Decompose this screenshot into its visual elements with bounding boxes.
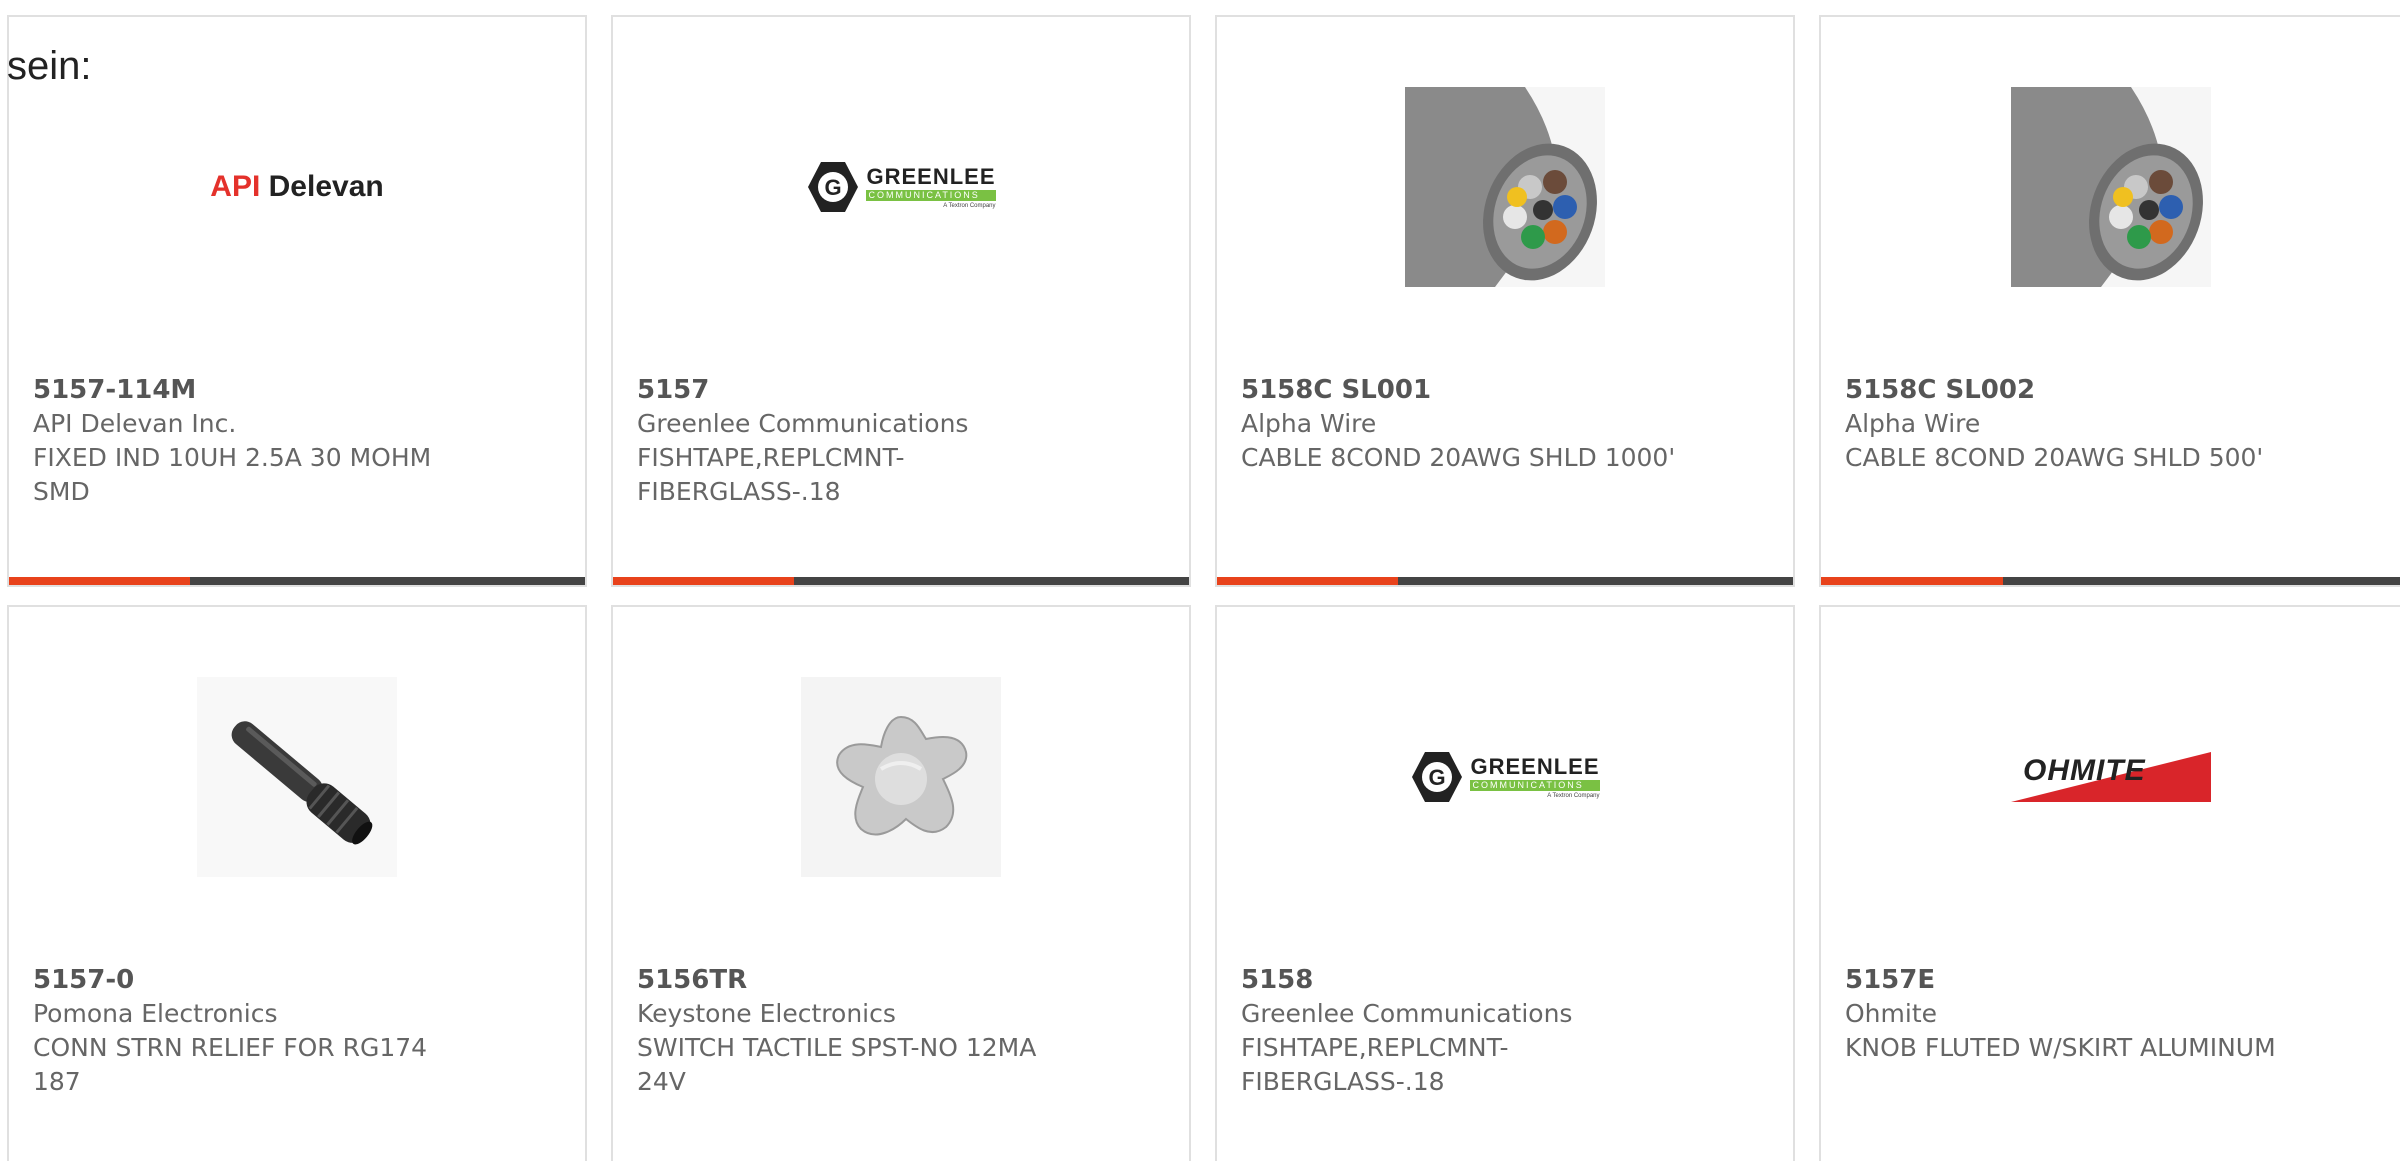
product-card[interactable]: 5158C SL002 Alpha Wire CABLE 8COND 20AWG… (1819, 15, 2400, 587)
part-number[interactable]: 5158C SL001 (1241, 373, 1681, 407)
description: FISHTAPE,REPLCMNT-FIBERGLASS-.18 (637, 443, 905, 506)
product-image[interactable] (801, 677, 1001, 877)
part-number[interactable]: 5158C SL002 (1845, 373, 2285, 407)
description: CONN STRN RELIEF FOR RG174 187 (33, 1033, 428, 1096)
card-accent-bar (1821, 577, 2003, 585)
ohmite-logo: OHMITE (2011, 752, 2211, 802)
product-card[interactable]: 5157-0 Pomona Electronics CONN STRN RELI… (7, 605, 587, 1161)
svg-text:G: G (825, 175, 842, 200)
svg-text:G: G (1429, 765, 1446, 790)
manufacturer: Greenlee Communications (1241, 999, 1573, 1028)
greenlee-g-icon: G (808, 162, 859, 212)
cable-photo (1405, 87, 1605, 287)
product-image[interactable]: G GREENLEE COMMUNICATIONS A Textron Comp… (801, 87, 1001, 287)
card-bottom-bar (9, 577, 585, 585)
api-delevan-logo: API Delevan (210, 170, 384, 203)
greenlee-logo: G GREENLEE COMMUNICATIONS A Textron Comp… (806, 160, 996, 214)
manufacturer: Alpha Wire (1845, 409, 1981, 438)
description: CABLE 8COND 20AWG SHLD 1000' (1241, 443, 1676, 472)
product-image[interactable] (1405, 87, 1605, 287)
product-image[interactable]: OHMITE (2011, 677, 2211, 877)
part-number[interactable]: 5157 (637, 373, 1077, 407)
description: CABLE 8COND 20AWG SHLD 500' (1845, 443, 2264, 472)
product-card[interactable]: 5156TR Keystone Electronics SWITCH TACTI… (611, 605, 1191, 1161)
description: FIXED IND 10UH 2.5A 30 MOHM SMD (33, 443, 432, 506)
product-image[interactable]: API Delevan (197, 87, 397, 287)
product-grid-page: sein: API Delevan 5157-114M API Delevan … (0, 0, 2400, 1161)
card-accent-bar (1217, 577, 1399, 585)
product-card[interactable]: 5158C SL001 Alpha Wire CABLE 8COND 20AWG… (1215, 15, 1795, 587)
manufacturer: Greenlee Communications (637, 409, 969, 438)
part-number[interactable]: 5158 (1241, 963, 1681, 997)
product-image[interactable]: G GREENLEE COMMUNICATIONS A Textron Comp… (1405, 677, 1605, 877)
description: FISHTAPE,REPLCMNT-FIBERGLASS-.18 (1241, 1033, 1509, 1096)
product-card[interactable]: G GREENLEE COMMUNICATIONS A Textron Comp… (611, 15, 1191, 587)
product-image[interactable] (197, 677, 397, 877)
part-number[interactable]: 5156TR (637, 963, 1077, 997)
strain-relief-photo (197, 677, 397, 877)
manufacturer: Alpha Wire (1241, 409, 1377, 438)
product-card[interactable]: OHMITE 5157E Ohmite KNOB FLUTED W/SKIRT … (1819, 605, 2400, 1161)
part-number[interactable]: 5157-0 (33, 963, 473, 997)
product-card[interactable]: G GREENLEE COMMUNICATIONS A Textron Comp… (1215, 605, 1795, 1161)
greenlee-g-icon: G (1412, 752, 1463, 802)
lead-text: sein: (7, 44, 92, 88)
manufacturer: Keystone Electronics (637, 999, 896, 1028)
card-bottom-bar (1217, 577, 1793, 585)
part-number[interactable]: 5157E (1845, 963, 2285, 997)
manufacturer: Pomona Electronics (33, 999, 278, 1028)
card-accent-bar (9, 577, 191, 585)
greenlee-logo: G GREENLEE COMMUNICATIONS A Textron Comp… (1410, 750, 1600, 804)
description: KNOB FLUTED W/SKIRT ALUMINUM (1845, 1033, 2276, 1062)
card-accent-bar (613, 577, 795, 585)
card-bottom-bar (613, 577, 1189, 585)
description: SWITCH TACTILE SPST-NO 12MA 24V (637, 1033, 1037, 1096)
manufacturer: Ohmite (1845, 999, 1938, 1028)
part-number[interactable]: 5157-114M (33, 373, 473, 407)
product-image[interactable] (2011, 87, 2211, 287)
card-bottom-bar (1821, 577, 2400, 585)
manufacturer: API Delevan Inc. (33, 409, 237, 438)
product-card[interactable]: API Delevan 5157-114M API Delevan Inc. F… (7, 15, 587, 587)
tactile-switch-photo (801, 677, 1001, 877)
cable-photo (2011, 87, 2211, 287)
